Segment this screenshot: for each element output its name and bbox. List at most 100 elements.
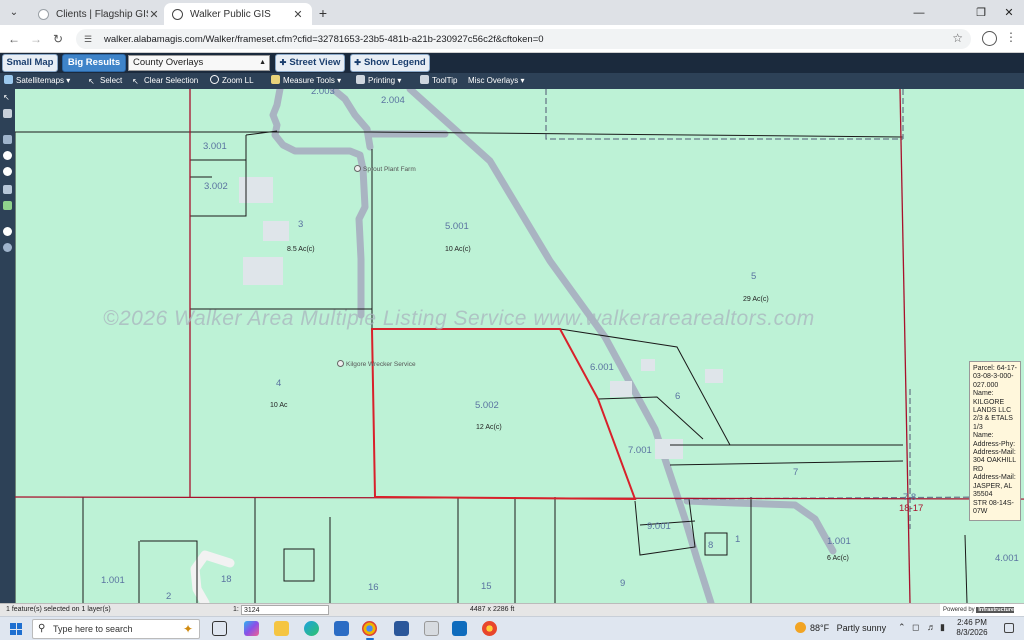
reload-icon[interactable]: ↻	[50, 31, 66, 47]
cursor-arrow-icon: ↖	[88, 77, 95, 86]
county-overlays-select[interactable]: County Overlays ▲▼	[128, 55, 270, 80]
big-results-button[interactable]: Big Results	[62, 54, 126, 72]
pan-hand-icon[interactable]	[3, 109, 12, 118]
new-tab-plus-icon[interactable]: +	[316, 5, 330, 21]
word-icon[interactable]	[394, 621, 409, 636]
bookmark-star-icon[interactable]: ☆	[952, 31, 963, 45]
photos-icon[interactable]	[424, 621, 439, 636]
layers-icon[interactable]	[3, 201, 12, 210]
small-map-button[interactable]: Small Map	[2, 54, 58, 72]
measure-tools-label: Measure Tools ▾	[283, 76, 342, 85]
street-view-button[interactable]: ✚ Street View	[275, 54, 345, 72]
windows-start-icon[interactable]	[10, 623, 22, 635]
plus-icon: ✚	[279, 58, 287, 67]
weather-widget[interactable]: 88°F Partly sunny	[795, 622, 886, 633]
parcel-acreage: 29 Ac(c)	[743, 296, 769, 303]
parcel-number: 5.001	[445, 221, 469, 232]
poi-marker[interactable]: Kilgore Wrecker Service	[337, 360, 416, 368]
selection-status: 1 feature(s) selected on 1 layer(s)	[6, 606, 111, 613]
close-icon[interactable]: ✕	[148, 8, 160, 21]
powered-by-label: Powered by	[943, 607, 975, 613]
map-status-bar: 1 feature(s) selected on 1 layer(s) 1: 3…	[0, 603, 1024, 625]
scale-input[interactable]: 3124	[241, 605, 329, 615]
site-info-icon[interactable]: ☰	[84, 34, 96, 45]
pointer-icon[interactable]: ↖	[3, 93, 12, 102]
selected-parcel-outline[interactable]	[370, 328, 637, 501]
tab-label: Walker Public GIS	[190, 8, 271, 20]
task-view-icon[interactable]	[212, 621, 227, 636]
notification-icon[interactable]	[1004, 623, 1014, 633]
chrome-icon[interactable]	[362, 621, 377, 640]
roads	[190, 89, 837, 603]
poi-circle-icon	[337, 360, 344, 367]
misc-overlays-menu[interactable]: Misc Overlays ▾	[468, 74, 524, 88]
poi-marker[interactable]: Sprout Plant Farm	[354, 165, 416, 173]
select-label: Select	[100, 76, 123, 85]
zoom-box-icon[interactable]	[3, 135, 12, 144]
parcel-info-popup: Parcel: 64-17-03-08-3-000-027.000 Name: …	[969, 361, 1021, 521]
identify-icon[interactable]	[3, 227, 12, 236]
parcel-map[interactable]: ©2026 Walker Area Multiple Listing Servi…	[15, 89, 1024, 603]
store-icon[interactable]	[334, 621, 349, 636]
close-icon[interactable]: ✕	[292, 8, 304, 21]
restore-icon[interactable]: ❐	[966, 4, 996, 22]
measure-tools-menu[interactable]: Measure Tools ▾	[271, 74, 341, 88]
file-explorer-icon[interactable]	[274, 621, 289, 636]
printing-menu[interactable]: Printing ▾	[356, 74, 401, 88]
parcel-number: 4	[276, 378, 282, 389]
tab-walker-public-gis[interactable]: Walker Public GIS ✕	[164, 3, 312, 25]
copilot-icon[interactable]	[244, 621, 259, 636]
popup-str-line: STR 08-14S-07W	[973, 499, 1014, 515]
profile-icon[interactable]	[982, 31, 997, 46]
popup-address-phy-line: Address-Phy:	[973, 440, 1016, 448]
tab-clients-flagship[interactable]: Clients | Flagship GIS ✕	[30, 3, 168, 25]
parcel-number: 5	[751, 271, 757, 282]
tooltip-tool[interactable]: ToolTip	[420, 74, 458, 88]
full-extent-icon[interactable]	[3, 185, 12, 194]
ruler-icon	[271, 75, 280, 84]
outlook-icon[interactable]	[452, 621, 467, 636]
back-arrow-icon[interactable]: ←	[6, 31, 22, 47]
minimize-icon[interactable]: —	[904, 4, 934, 22]
volume-icon[interactable]: ♬	[927, 622, 936, 632]
url-text[interactable]: walker.alabamagis.com/Walker/frameset.cf…	[104, 34, 544, 45]
edge-icon[interactable]	[304, 621, 319, 636]
firefox-icon[interactable]	[482, 621, 497, 636]
parcel-number: 3.001	[203, 141, 227, 152]
popup-name2-line: Name:	[973, 432, 994, 440]
show-legend-button[interactable]: ✚ Show Legend	[350, 54, 430, 72]
zoom-in-icon[interactable]	[3, 151, 12, 160]
parcel-acreage: 10 Ac	[270, 402, 288, 409]
search-icon: ⚲	[38, 623, 46, 634]
select-tool[interactable]: ↖ Select	[88, 74, 122, 88]
parcel-acreage: 10 Ac(c)	[445, 246, 471, 253]
tray-chevron-up-icon[interactable]: ⌃	[898, 622, 906, 633]
clear-selection-tool[interactable]: ↖ Clear Selection	[132, 74, 198, 88]
tab-search-chevron-icon[interactable]: ⌄	[6, 5, 22, 21]
popup-address-mail2-line: Address-Mail: JASPER, AL 35504	[973, 474, 1016, 499]
parcel-number: 16	[368, 582, 379, 593]
page-icon	[38, 8, 49, 20]
zoom-out-icon[interactable]	[3, 167, 12, 176]
system-clock[interactable]: 2:46 PM 8/3/2026	[954, 618, 990, 638]
url-omnibox[interactable]: ☰ walker.alabamagis.com/Walker/frameset.…	[76, 29, 971, 49]
taskbar-search-input[interactable]: ⚲ Type here to search ✦	[32, 619, 200, 639]
forward-arrow-icon[interactable]: →	[28, 31, 44, 47]
menu-kebab-icon[interactable]: ⋮	[1005, 30, 1017, 44]
zoom-ll-tool[interactable]: Zoom LL	[210, 74, 254, 88]
battery-icon[interactable]: ▮	[940, 622, 945, 633]
map-extent: 4487 x 2286 ft	[470, 606, 515, 613]
network-icon[interactable]: ◻	[912, 622, 919, 633]
window-close-icon[interactable]: ✕	[994, 4, 1024, 22]
clock-date: 8/3/2026	[956, 628, 988, 637]
county-overlays-value: County Overlays	[133, 57, 204, 68]
show-legend-label: Show Legend	[363, 57, 426, 68]
refresh-map-icon[interactable]	[3, 243, 12, 252]
parcel-number: 1.001	[827, 536, 851, 547]
printer-icon	[356, 75, 365, 84]
satellitemaps-menu[interactable]: Satellitemaps ▾	[4, 74, 70, 88]
address-bar: ← → ↻ ☰ walker.alabamagis.com/Walker/fra…	[0, 25, 1024, 53]
zoom-ll-label: Zoom LL	[222, 76, 254, 85]
misc-overlays-label: Misc Overlays ▾	[468, 76, 525, 85]
parcel-number: 1.001	[101, 575, 125, 586]
